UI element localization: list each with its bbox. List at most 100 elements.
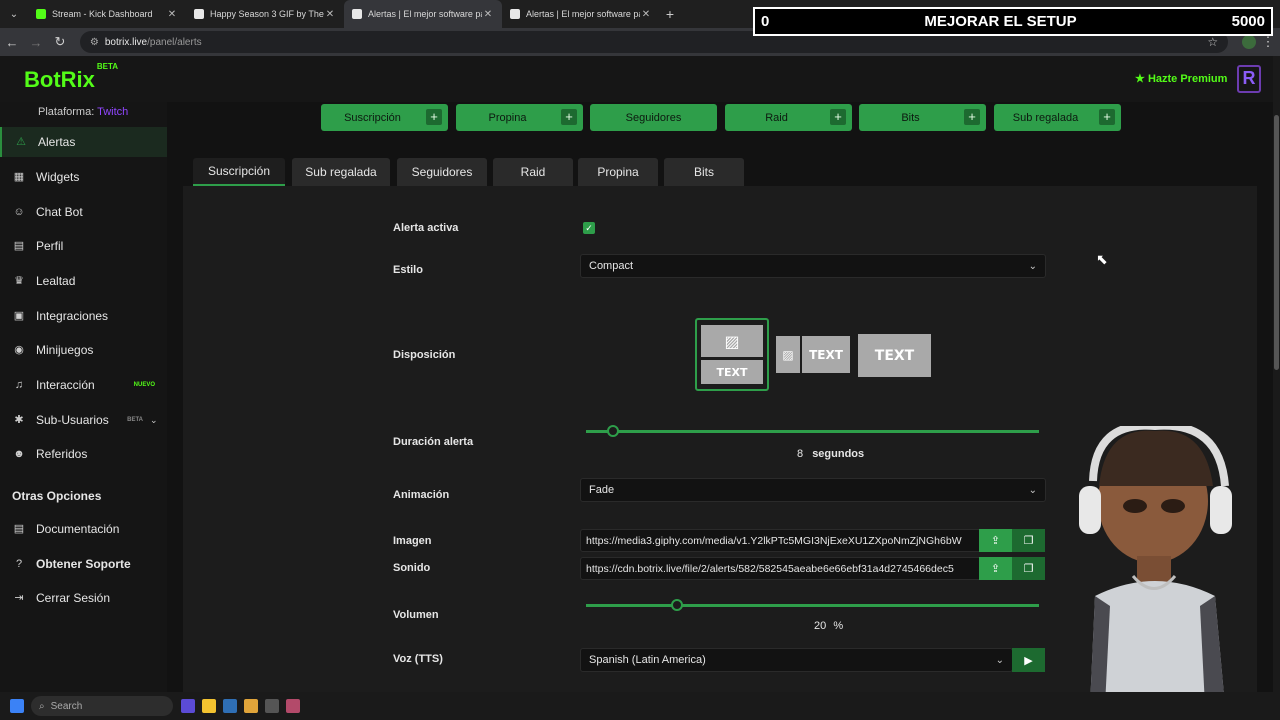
taskbar-search[interactable]: ⌕ Search: [31, 696, 173, 716]
platform-indicator: Plataforma: Twitch: [38, 106, 128, 118]
tab-suscripcion[interactable]: Suscripción: [193, 158, 285, 186]
browser-tab-title: Stream - Kick Dashboard: [52, 9, 153, 19]
url-host: botrix.live: [104, 36, 148, 48]
platform-value[interactable]: Twitch: [97, 106, 128, 118]
sidebar-item-label: Referidos: [36, 447, 88, 461]
upload-icon[interactable]: ⇪: [979, 557, 1012, 580]
sidebar-item-integraciones[interactable]: ▣ Integraciones: [0, 301, 167, 331]
tab-bits[interactable]: Bits: [664, 158, 744, 186]
button-label: Sub regalada: [1012, 111, 1079, 124]
sidebar-item-cerrar-sesion[interactable]: ⇥ Cerrar Sesión: [0, 583, 167, 613]
gallery-icon[interactable]: ❐: [1012, 529, 1045, 552]
plus-icon: +: [964, 109, 980, 125]
duration-slider[interactable]: [586, 430, 1039, 433]
upload-icon[interactable]: ⇪: [979, 529, 1012, 552]
tab-sub-regalada[interactable]: Sub regalada: [292, 158, 390, 186]
tab-propina[interactable]: Propina: [578, 158, 658, 186]
close-tab-icon[interactable]: ✕: [640, 9, 652, 20]
layout-label: Disposición: [393, 349, 456, 361]
button-label: Suscripción: [344, 111, 401, 124]
sidebar-item-chatbot[interactable]: ☺ Chat Bot: [0, 197, 167, 227]
store-icon[interactable]: [223, 699, 237, 713]
layout-option-side-image[interactable]: ▨: [776, 336, 800, 373]
volume-slider-handle[interactable]: [670, 599, 683, 611]
app-icon[interactable]: [181, 699, 195, 713]
bookmark-star-icon[interactable]: ☆: [1207, 35, 1218, 49]
close-tab-icon[interactable]: ✕: [482, 9, 494, 20]
goal-target: 5000: [1231, 13, 1265, 30]
sidebar-item-perfil[interactable]: ▤ Perfil: [0, 231, 167, 261]
add-bits-button[interactable]: Bits +: [859, 104, 986, 131]
sound-url-input[interactable]: https://cdn.botrix.live/file/2/alerts/58…: [580, 557, 980, 580]
page-scrollbar-thumb[interactable]: [1274, 115, 1279, 370]
menu-icon[interactable]: ⋮: [1256, 34, 1280, 50]
tts-voice-select[interactable]: Spanish (Latin America) ⌄: [580, 648, 1013, 672]
tab-list-dropdown-icon[interactable]: ⌄: [0, 9, 28, 20]
close-tab-icon[interactable]: ✕: [324, 9, 336, 20]
close-tab-icon[interactable]: ✕: [166, 9, 178, 20]
layout-option-side-text[interactable]: TEXT: [802, 336, 850, 373]
url-path: /panel/alerts: [147, 36, 202, 48]
layout-option-text-only[interactable]: TEXT: [858, 334, 931, 377]
sound-label: Sonido: [393, 562, 431, 574]
volume-slider[interactable]: [586, 604, 1039, 607]
new-tab-icon[interactable]: +: [660, 6, 680, 22]
tts-label: Voz (TTS): [393, 653, 443, 665]
sidebar-item-soporte[interactable]: ? Obtener Soporte: [0, 549, 167, 579]
add-raid-button[interactable]: Raid +: [725, 104, 852, 131]
forward-icon[interactable]: →: [24, 35, 48, 50]
add-propina-button[interactable]: Propina +: [456, 104, 583, 131]
volume-value: 20: [814, 620, 827, 632]
sidebar-item-referidos[interactable]: ☻ Referidos: [0, 439, 167, 469]
site-info-icon[interactable]: ⚙: [90, 37, 99, 48]
animation-label: Animación: [393, 489, 450, 501]
style-value: Compact: [589, 260, 634, 272]
chrome-icon[interactable]: [244, 699, 258, 713]
app-icon[interactable]: [265, 699, 279, 713]
app-icon[interactable]: [286, 699, 300, 713]
browser-tab-title: Happy Season 3 GIF by The Sim: [210, 9, 324, 19]
play-icon[interactable]: ▶: [1012, 648, 1045, 672]
integrations-icon: ▣: [13, 310, 25, 322]
user-avatar[interactable]: R: [1237, 65, 1261, 93]
page-icon: [194, 9, 204, 19]
tab-seguidores[interactable]: Seguidores: [397, 158, 487, 186]
layout-option-stacked[interactable]: ▨ TEXT: [695, 318, 769, 391]
sidebar-item-label: Interacción: [36, 378, 95, 392]
plus-icon: +: [426, 109, 442, 125]
file-explorer-icon[interactable]: [202, 699, 216, 713]
tab-raid[interactable]: Raid: [493, 158, 573, 186]
help-icon: ?: [15, 558, 23, 570]
back-icon[interactable]: ←: [0, 35, 24, 50]
add-suscripcion-button[interactable]: Suscripción +: [321, 104, 448, 131]
browser-tab-3[interactable]: Alertas | El mejor software para ✕: [344, 0, 502, 28]
browser-tab-1[interactable]: Stream - Kick Dashboard ✕: [28, 0, 186, 28]
style-select[interactable]: Compact ⌄: [580, 254, 1046, 278]
windows-start-icon[interactable]: [10, 699, 24, 713]
sidebar-item-lealtad[interactable]: ♛ Lealtad: [0, 266, 167, 296]
sidebar-item-interaccion[interactable]: ♫ Interacción NUEVO: [0, 370, 167, 400]
add-sub-regalada-button[interactable]: Sub regalada +: [994, 104, 1121, 131]
gallery-icon[interactable]: ❐: [1012, 557, 1045, 580]
sidebar: Plataforma: Twitch ⚠ Alertas ▦ Widgets ☺…: [0, 102, 167, 692]
sidebar-item-subusuarios[interactable]: ✱ Sub-Usuarios BETA ⌄: [0, 405, 167, 435]
browser-tab-2[interactable]: Happy Season 3 GIF by The Sim ✕: [186, 0, 344, 28]
sidebar-item-alertas[interactable]: ⚠ Alertas: [0, 127, 167, 157]
document-icon: ▤: [13, 523, 25, 535]
premium-button[interactable]: ★ Hazte Premium: [1135, 72, 1227, 85]
image-url-input[interactable]: https://media3.giphy.com/media/v1.Y2lkPT…: [580, 529, 980, 552]
reload-icon[interactable]: ↻: [48, 34, 72, 50]
browser-tab-4[interactable]: Alertas | El mejor software para ✕: [502, 0, 660, 28]
botrix-logo[interactable]: BotRixBETA: [24, 62, 118, 93]
search-icon: ⌕: [39, 700, 45, 712]
sidebar-item-widgets[interactable]: ▦ Widgets: [0, 162, 167, 192]
sidebar-item-documentacion[interactable]: ▤ Documentación: [0, 514, 167, 544]
alert-active-checkbox[interactable]: ✓: [583, 222, 595, 234]
chevron-down-icon[interactable]: ⌄: [150, 415, 158, 426]
profile-avatar[interactable]: [1242, 35, 1257, 49]
add-seguidores-button[interactable]: Seguidores: [590, 104, 717, 131]
duration-slider-handle[interactable]: [607, 425, 620, 437]
sidebar-item-minijuegos[interactable]: ◉ Minijuegos: [0, 335, 167, 365]
kick-icon: [36, 9, 46, 19]
animation-select[interactable]: Fade ⌄: [580, 478, 1046, 502]
